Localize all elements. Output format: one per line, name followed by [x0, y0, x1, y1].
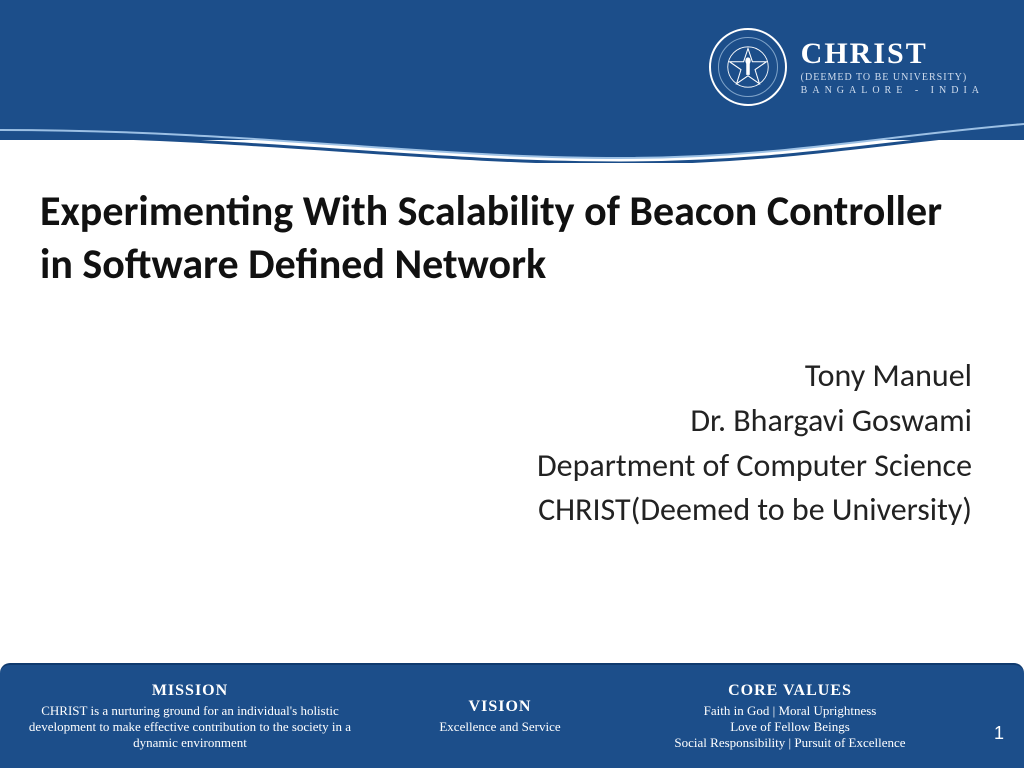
- logo-main-text: CHRIST: [801, 37, 984, 72]
- star-emblem-icon: [726, 45, 770, 89]
- author-line-1: Tony Manuel: [537, 354, 972, 399]
- logo-subtitle-1: (DEEMED TO BE UNIVERSITY): [801, 72, 984, 84]
- footer-mission: MISSION CHRIST is a nurturing ground for…: [0, 676, 380, 758]
- author-block: Tony Manuel Dr. Bhargavi Goswami Departm…: [537, 354, 972, 533]
- logo-seal-icon: [709, 28, 787, 106]
- author-line-2: Dr. Bhargavi Goswami: [537, 399, 972, 444]
- header-wave-divider: [0, 118, 1024, 163]
- university-logo: CHRIST (DEEMED TO BE UNIVERSITY) BANGALO…: [709, 28, 984, 106]
- values-body-2: Love of Fellow Beings: [634, 719, 946, 735]
- values-body-3: Social Responsibility | Pursuit of Excel…: [634, 735, 946, 751]
- slide: CHRIST (DEEMED TO BE UNIVERSITY) BANGALO…: [0, 0, 1024, 768]
- footer-vision: VISION Excellence and Service: [380, 692, 620, 741]
- mission-body: CHRIST is a nurturing ground for an indi…: [14, 703, 366, 752]
- footer-core-values: CORE VALUES Faith in God | Moral Upright…: [620, 676, 960, 758]
- values-heading: CORE VALUES: [634, 682, 946, 700]
- footer-band: MISSION CHRIST is a nurturing ground for…: [0, 663, 1024, 768]
- logo-text: CHRIST (DEEMED TO BE UNIVERSITY) BANGALO…: [801, 37, 984, 97]
- vision-body: Excellence and Service: [394, 719, 606, 735]
- mission-heading: MISSION: [14, 682, 366, 700]
- vision-heading: VISION: [394, 698, 606, 716]
- slide-title: Experimenting With Scalability of Beacon…: [40, 186, 984, 291]
- logo-subtitle-2: BANGALORE - INDIA: [801, 85, 984, 97]
- values-body-1: Faith in God | Moral Uprightness: [634, 703, 946, 719]
- author-line-4: CHRIST(Deemed to be University): [537, 488, 972, 533]
- author-line-3: Department of Computer Science: [537, 444, 972, 489]
- slide-number: 1: [994, 723, 1004, 744]
